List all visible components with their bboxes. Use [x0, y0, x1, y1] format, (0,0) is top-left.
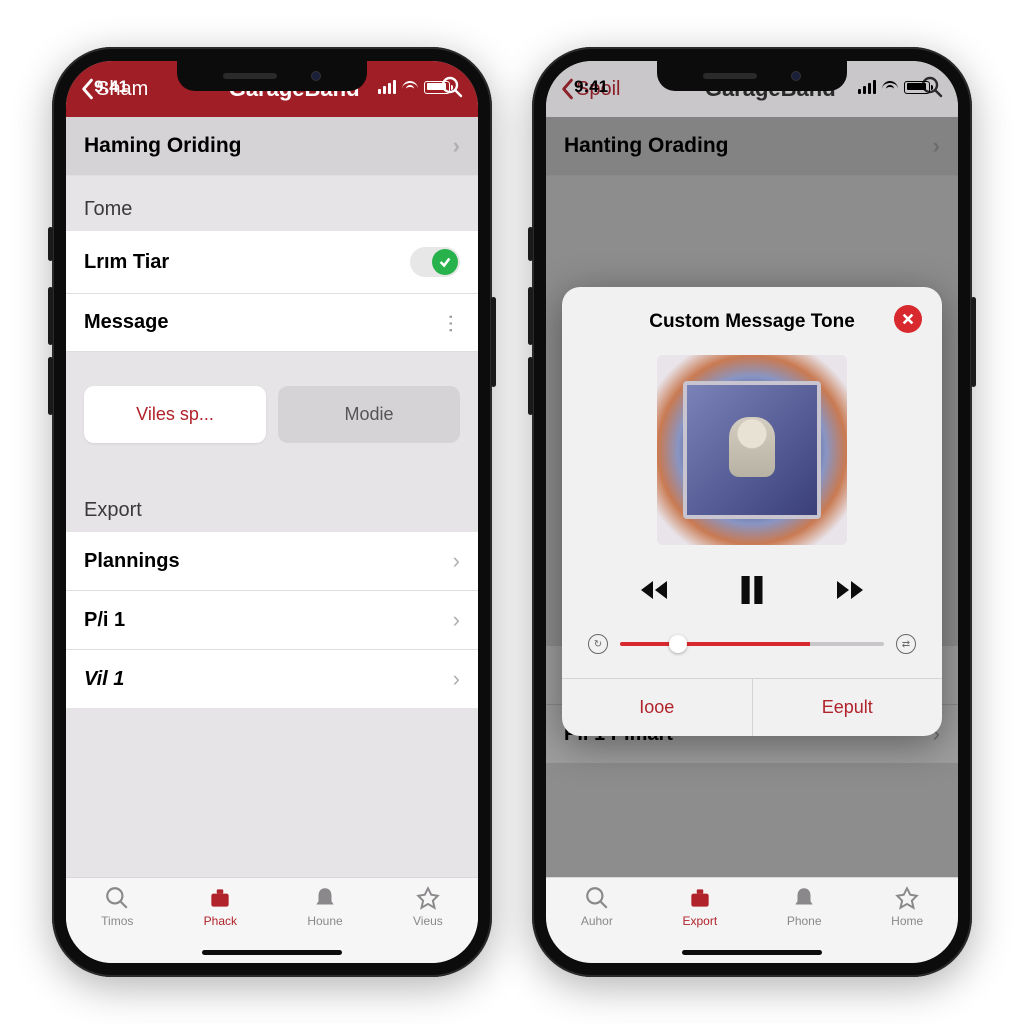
- row-label: Haming Oriding: [84, 134, 242, 158]
- close-button[interactable]: [894, 305, 922, 333]
- content: Hanting Orading › Mestifg › Pil 1 Pimart…: [546, 117, 958, 877]
- battery-icon: [424, 81, 450, 94]
- content: Haming Oriding › Гоme Lrım Tiar Message …: [66, 117, 478, 877]
- tab-houne[interactable]: Houne: [307, 886, 342, 928]
- rewind-button[interactable]: [638, 575, 670, 610]
- bell-icon: [791, 886, 817, 910]
- side-button: [48, 227, 53, 261]
- star-icon: [415, 886, 441, 910]
- tab-label: Phone: [787, 914, 822, 928]
- search-icon: [584, 886, 610, 910]
- briefcase-icon: [687, 886, 713, 910]
- section-header: Гоme: [66, 176, 478, 231]
- row-label: Plannings: [84, 550, 180, 573]
- chevron-right-icon: ›: [453, 666, 460, 692]
- row-label: Message: [84, 311, 169, 334]
- section-header: Export: [66, 477, 478, 532]
- wifi-icon: [882, 81, 898, 93]
- forward-icon: [834, 575, 866, 605]
- signal-icon: [378, 80, 396, 94]
- search-icon: [104, 886, 130, 910]
- phone-left: 9:41 Sham GarageBand Haming Oriding ›: [52, 47, 492, 977]
- list-row[interactable]: P/i 1 ›: [66, 591, 478, 650]
- modal-title: Custom Message Tone: [649, 311, 855, 333]
- notch: [177, 61, 367, 91]
- row-label: Vil 1: [84, 668, 124, 691]
- segmented-control: Viles sp... Modie: [66, 352, 478, 477]
- modal-actions: Iooe Eepult: [562, 678, 942, 736]
- check-icon: [438, 255, 452, 269]
- tab-label: Export: [682, 914, 717, 928]
- repeat-icon[interactable]: ↻: [588, 634, 608, 654]
- side-button: [48, 357, 53, 415]
- shuffle-icon[interactable]: ⇄: [896, 634, 916, 654]
- tab-label: Vieus: [413, 914, 443, 928]
- notch: [657, 61, 847, 91]
- list-row[interactable]: Plannings ›: [66, 532, 478, 591]
- row-label: Lrım Tiar: [84, 251, 169, 274]
- chevron-right-icon: ›: [453, 548, 460, 574]
- progress-slider[interactable]: [620, 642, 884, 646]
- tab-label: Phack: [204, 914, 237, 928]
- list-row[interactable]: Vil 1 ›: [66, 650, 478, 708]
- tab-label: Auhor: [581, 914, 613, 928]
- tab-home[interactable]: Home: [891, 886, 923, 928]
- tab-auhor[interactable]: Auhor: [581, 886, 613, 928]
- tab-label: Home: [891, 914, 923, 928]
- side-button: [971, 297, 976, 387]
- side-button: [528, 287, 533, 345]
- status-icons: [858, 80, 930, 94]
- list-row[interactable]: Haming Oriding ›: [66, 117, 478, 176]
- side-button: [491, 297, 496, 387]
- side-button: [48, 287, 53, 345]
- list-row[interactable]: Lrım Tiar: [66, 231, 478, 294]
- close-icon: [901, 312, 915, 326]
- modal-action-right[interactable]: Eepult: [752, 679, 943, 736]
- progress-row: ↻ ⇄: [580, 630, 924, 672]
- status-time: 9:41: [94, 77, 128, 97]
- more-icon[interactable]: ⋯: [439, 314, 464, 332]
- home-indicator[interactable]: [202, 950, 342, 955]
- side-button: [528, 357, 533, 415]
- star-icon: [894, 886, 920, 910]
- list-row[interactable]: Message ⋯: [66, 294, 478, 352]
- status-icons: [378, 80, 450, 94]
- tab-label: Houne: [307, 914, 342, 928]
- home-indicator[interactable]: [682, 950, 822, 955]
- status-time: 9:41: [574, 77, 608, 97]
- rewind-icon: [638, 575, 670, 605]
- toggle-on[interactable]: [410, 247, 460, 277]
- chevron-right-icon: ›: [453, 133, 460, 159]
- signal-icon: [858, 80, 876, 94]
- forward-button[interactable]: [834, 575, 866, 610]
- segment-secondary[interactable]: Modie: [278, 386, 460, 443]
- album-art: [657, 355, 847, 545]
- tab-export[interactable]: Export: [682, 886, 717, 928]
- side-button: [528, 227, 533, 261]
- chevron-right-icon: ›: [453, 607, 460, 633]
- pause-button[interactable]: [738, 573, 766, 612]
- modal-action-left[interactable]: Iooe: [562, 679, 752, 736]
- playback-controls: [580, 565, 924, 630]
- tab-timos[interactable]: Timos: [101, 886, 133, 928]
- segment-primary[interactable]: Viles sp...: [84, 386, 266, 443]
- bell-icon: [312, 886, 338, 910]
- wifi-icon: [402, 81, 418, 93]
- tab-phone[interactable]: Phone: [787, 886, 822, 928]
- row-label: P/i 1: [84, 609, 125, 632]
- tab-phack[interactable]: Phack: [204, 886, 237, 928]
- tab-label: Timos: [101, 914, 133, 928]
- battery-icon: [904, 81, 930, 94]
- tab-vieus[interactable]: Vieus: [413, 886, 443, 928]
- briefcase-icon: [207, 886, 233, 910]
- player-modal: Custom Message Tone: [562, 287, 942, 736]
- pause-icon: [738, 573, 766, 607]
- phone-right: 9:41 Spoil GarageBand Hanting Orading ›: [532, 47, 972, 977]
